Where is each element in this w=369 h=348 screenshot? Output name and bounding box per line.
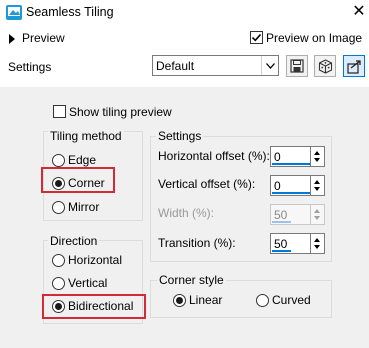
show-tiling-preview-checkbox[interactable]	[53, 105, 66, 118]
close-button[interactable]: ✕	[350, 2, 368, 22]
direction-vertical-label: Vertical	[68, 276, 108, 290]
direction-vertical-radio[interactable]	[52, 277, 65, 290]
horizontal-offset-input[interactable]: 0	[270, 146, 325, 167]
direction-bidirectional-radio[interactable]	[52, 300, 65, 313]
horizontal-offset-slider[interactable]	[272, 163, 310, 165]
width-slider	[272, 221, 291, 223]
tiling-mirror-radio[interactable]	[52, 201, 65, 214]
corner-linear-label: Linear	[189, 293, 223, 307]
width-stepper	[310, 204, 325, 225]
preview-toggle-label[interactable]: Preview	[22, 31, 65, 45]
checkmark-icon	[251, 33, 262, 42]
corner-style-title: Corner style	[157, 273, 226, 287]
load-preset-icon	[346, 59, 361, 74]
tiling-edge-radio[interactable]	[52, 154, 65, 167]
transition-label: Transition (%):	[158, 236, 236, 250]
vertical-offset-value: 0	[274, 179, 281, 193]
transition-input[interactable]: 50	[270, 233, 325, 254]
direction-horizontal-label: Horizontal	[68, 253, 123, 267]
caret-right-icon[interactable]	[9, 34, 15, 44]
transition-stepper[interactable]	[310, 233, 325, 254]
settings-group-title: Settings	[156, 129, 204, 143]
chevron-down-icon[interactable]	[261, 56, 278, 75]
direction-bidirectional-label: Bidirectional	[68, 299, 134, 313]
vertical-offset-label: Vertical offset (%):	[158, 177, 256, 191]
window-title: Seamless Tiling	[26, 5, 114, 19]
width-label: Width (%):	[158, 206, 215, 220]
tiling-corner-label: Corner	[68, 176, 105, 190]
randomize-button[interactable]	[314, 55, 336, 77]
load-preset-button[interactable]	[343, 55, 365, 77]
tiling-corner-radio[interactable]	[52, 177, 65, 190]
width-value: 50	[274, 208, 288, 222]
vertical-offset-stepper[interactable]	[310, 175, 325, 196]
preset-select[interactable]: Default	[152, 55, 279, 76]
app-icon	[5, 4, 23, 21]
settings-label: Settings	[8, 60, 52, 74]
tiling-mirror-label: Mirror	[68, 200, 100, 214]
horizontal-offset-stepper[interactable]	[310, 146, 325, 167]
preset-value: Default	[156, 59, 195, 73]
direction-title: Direction	[48, 234, 100, 248]
corner-curved-radio[interactable]	[256, 294, 269, 307]
horizontal-offset-value: 0	[274, 150, 281, 164]
save-preset-button[interactable]	[286, 55, 308, 77]
preview-on-image-checkbox[interactable]	[250, 31, 263, 44]
vertical-offset-input[interactable]: 0	[270, 175, 325, 196]
save-icon	[290, 59, 304, 73]
cube-icon	[318, 58, 332, 74]
transition-value: 50	[274, 237, 288, 251]
direction-horizontal-radio[interactable]	[52, 254, 65, 267]
corner-linear-radio[interactable]	[173, 294, 186, 307]
vertical-offset-slider[interactable]	[272, 192, 310, 194]
transition-slider[interactable]	[272, 250, 291, 252]
tiling-edge-label: Edge	[68, 153, 97, 167]
show-tiling-preview-label: Show tiling preview	[69, 105, 172, 119]
corner-curved-label: Curved	[272, 293, 311, 307]
title-bar: Seamless Tiling ✕	[0, 0, 369, 26]
preview-on-image-label: Preview on Image	[266, 31, 363, 45]
width-input: 50	[270, 204, 325, 225]
horizontal-offset-label: Horizontal offset (%):	[158, 149, 270, 163]
tiling-method-title: Tiling method	[48, 129, 124, 143]
